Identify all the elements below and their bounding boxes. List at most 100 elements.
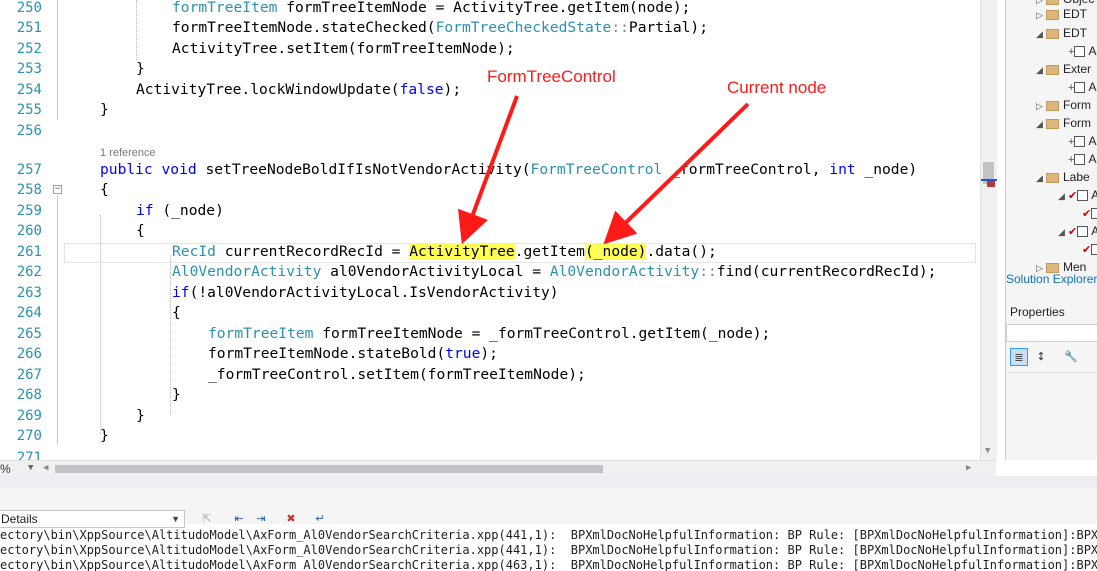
expand-triangle-icon[interactable]: ◢ (1036, 169, 1046, 187)
clear-all-icon[interactable]: ✖ (282, 510, 300, 528)
code-line[interactable]: formTreeItemNode.stateBold(true); (208, 344, 498, 364)
code-token: _formTreeControl.setItem(formTreeItemNod… (208, 366, 586, 383)
solution-explorer-item[interactable]: ◢ Form (1036, 114, 1091, 132)
code-line[interactable]: if(!al0VendorActivityLocal.IsVendorActiv… (172, 283, 559, 303)
alphabetical-icon[interactable]: ↕ (1032, 348, 1050, 366)
code-line[interactable]: if (_node) (136, 201, 224, 221)
code-token: ); (443, 81, 462, 98)
output-line[interactable]: ectory\bin\XppSource\AltitudoModel\AxFor… (0, 558, 1097, 571)
code-line[interactable]: } (100, 426, 109, 446)
expand-triangle-icon[interactable]: ◢ (1058, 187, 1068, 205)
line-number: 265 (16, 326, 42, 342)
code-line[interactable]: } (136, 406, 145, 426)
code-line[interactable]: RecId currentRecordRecId = ActivityTree.… (172, 242, 717, 262)
code-token: _node) (855, 161, 918, 178)
folder-icon (1046, 118, 1059, 129)
code-token: .getItem (514, 243, 585, 260)
editor-vertical-scrollbar[interactable]: ▼ (980, 0, 997, 460)
solution-explorer-item[interactable]: ◢✔ A (1058, 222, 1097, 240)
code-lens-reference[interactable]: 1 reference (100, 147, 156, 159)
code-token: int (829, 161, 856, 178)
output-line[interactable]: ectory\bin\XppSource\AltitudoModel\AxFor… (0, 528, 1097, 543)
code-line[interactable]: } (100, 100, 109, 120)
solution-explorer-item[interactable]: ◢ Exter (1036, 60, 1091, 78)
collapse-method-toggle[interactable]: − (53, 185, 62, 194)
categorized-icon[interactable]: ≣ (1010, 348, 1028, 366)
solution-explorer-item[interactable]: + A (1068, 78, 1096, 96)
checkout-check-icon: ✔ (1082, 244, 1092, 256)
line-number: 262 (16, 264, 42, 280)
file-icon (1074, 154, 1086, 166)
code-line[interactable]: } (172, 385, 181, 405)
word-wrap-icon[interactable]: ↵ (311, 510, 329, 528)
solution-explorer-item[interactable]: + A (1068, 132, 1096, 150)
code-line[interactable]: Al0VendorActivity al0VendorActivityLocal… (172, 262, 936, 282)
zoom-dropdown-arrow-icon[interactable]: ▼ (28, 463, 33, 473)
code-token: ActivityTree (409, 243, 515, 260)
go-to-next-message-icon[interactable]: ⇥ (252, 510, 270, 528)
code-token: RecId (172, 243, 216, 260)
expand-triangle-icon[interactable]: ◢ (1036, 25, 1046, 43)
scroll-down-arrow-icon[interactable]: ▼ (985, 446, 990, 456)
solution-explorer-item[interactable]: ◢ EDT (1036, 24, 1087, 42)
indent-guide (170, 255, 171, 415)
expand-triangle-icon[interactable]: ◢ (1036, 61, 1046, 79)
indent-guide (100, 215, 101, 435)
pane-splitter[interactable] (0, 476, 1097, 488)
solution-explorer-item-label: EDT (1063, 26, 1087, 40)
file-icon (1074, 82, 1086, 94)
solution-explorer-item[interactable]: ✔ (1082, 204, 1097, 222)
solution-explorer-item[interactable]: ▷ EDT (1036, 5, 1087, 23)
code-token: { (136, 222, 145, 239)
solution-explorer-item-label: Form (1063, 98, 1091, 112)
code-token: { (100, 181, 109, 198)
code-line[interactable]: { (172, 303, 181, 323)
code-line[interactable]: ActivityTree.lockWindowUpdate(false); (136, 80, 461, 100)
solution-explorer-item[interactable]: + A (1068, 42, 1096, 60)
find-message-in-code-icon[interactable]: ⇱ (198, 510, 216, 528)
properties-object-selector[interactable] (1006, 324, 1097, 342)
solution-explorer-item-label: Form (1063, 116, 1091, 130)
property-pages-icon[interactable]: 🔧 (1062, 348, 1080, 366)
expand-triangle-icon[interactable]: ▷ (1036, 97, 1046, 115)
solution-explorer-item[interactable]: ◢✔ A (1058, 186, 1097, 204)
expand-triangle-icon[interactable]: ▷ (1036, 6, 1046, 24)
show-output-from-select[interactable]: Details ▼ (0, 510, 185, 528)
expand-triangle-icon[interactable]: ◢ (1036, 115, 1046, 133)
editor-horizontal-bar: % ▼ ◀ ▶ (0, 460, 996, 477)
code-token: ActivityTree.setItem(formTreeItemNode); (172, 40, 515, 57)
code-token: false (399, 81, 444, 98)
solution-explorer-item[interactable]: ✔ (1082, 240, 1097, 258)
scroll-left-arrow-icon[interactable]: ◀ (43, 463, 48, 473)
file-icon (1091, 208, 1097, 220)
solution-explorer-item-label: A (1088, 80, 1097, 94)
code-line[interactable]: public void setTreeNodeBoldIfIsNotVendor… (100, 160, 917, 180)
code-line[interactable]: formTreeItem formTreeItemNode = _formTre… (208, 324, 770, 344)
solution-explorer-item[interactable]: + A (1068, 150, 1096, 168)
output-text[interactable]: ectory\bin\XppSource\AltitudoModel\AxFor… (0, 528, 1097, 571)
code-line[interactable]: formTreeItemNode.stateChecked(FormTreeCh… (172, 18, 708, 38)
code-token: Al0VendorActivity (172, 263, 322, 280)
code-line[interactable]: { (100, 180, 109, 200)
file-icon (1091, 244, 1097, 256)
properties-toolbar: ≣ ↕ 🔧 (1006, 346, 1097, 368)
code-token: find(currentRecordRecId); (716, 263, 937, 280)
expand-triangle-icon[interactable]: ◢ (1058, 223, 1068, 241)
code-line[interactable]: ActivityTree.setItem(formTreeItemNode); (172, 39, 515, 59)
zoom-level[interactable]: % (0, 461, 11, 477)
horizontal-scroll-thumb[interactable] (55, 465, 603, 473)
file-icon (1074, 46, 1086, 58)
scroll-right-arrow-icon[interactable]: ▶ (966, 463, 971, 473)
solution-explorer-item[interactable]: ▷ Form (1036, 96, 1091, 114)
code-line[interactable]: formTreeItem formTreeItemNode = Activity… (172, 0, 690, 18)
go-to-previous-message-icon[interactable]: ⇤ (230, 510, 248, 528)
solution-explorer-item[interactable]: ◢ Labe (1036, 168, 1090, 186)
output-line[interactable]: ectory\bin\XppSource\AltitudoModel\AxFor… (0, 543, 1097, 558)
tab-solution-explorer[interactable]: Solution Explorer (1006, 272, 1097, 286)
code-line[interactable]: _formTreeControl.setItem(formTreeItemNod… (208, 365, 586, 385)
folder-icon (1046, 9, 1059, 20)
checkout-check-icon: ✔ (1068, 190, 1078, 202)
line-number: 255 (16, 102, 42, 118)
code-line[interactable]: { (136, 221, 145, 241)
code-line[interactable]: } (136, 59, 145, 79)
